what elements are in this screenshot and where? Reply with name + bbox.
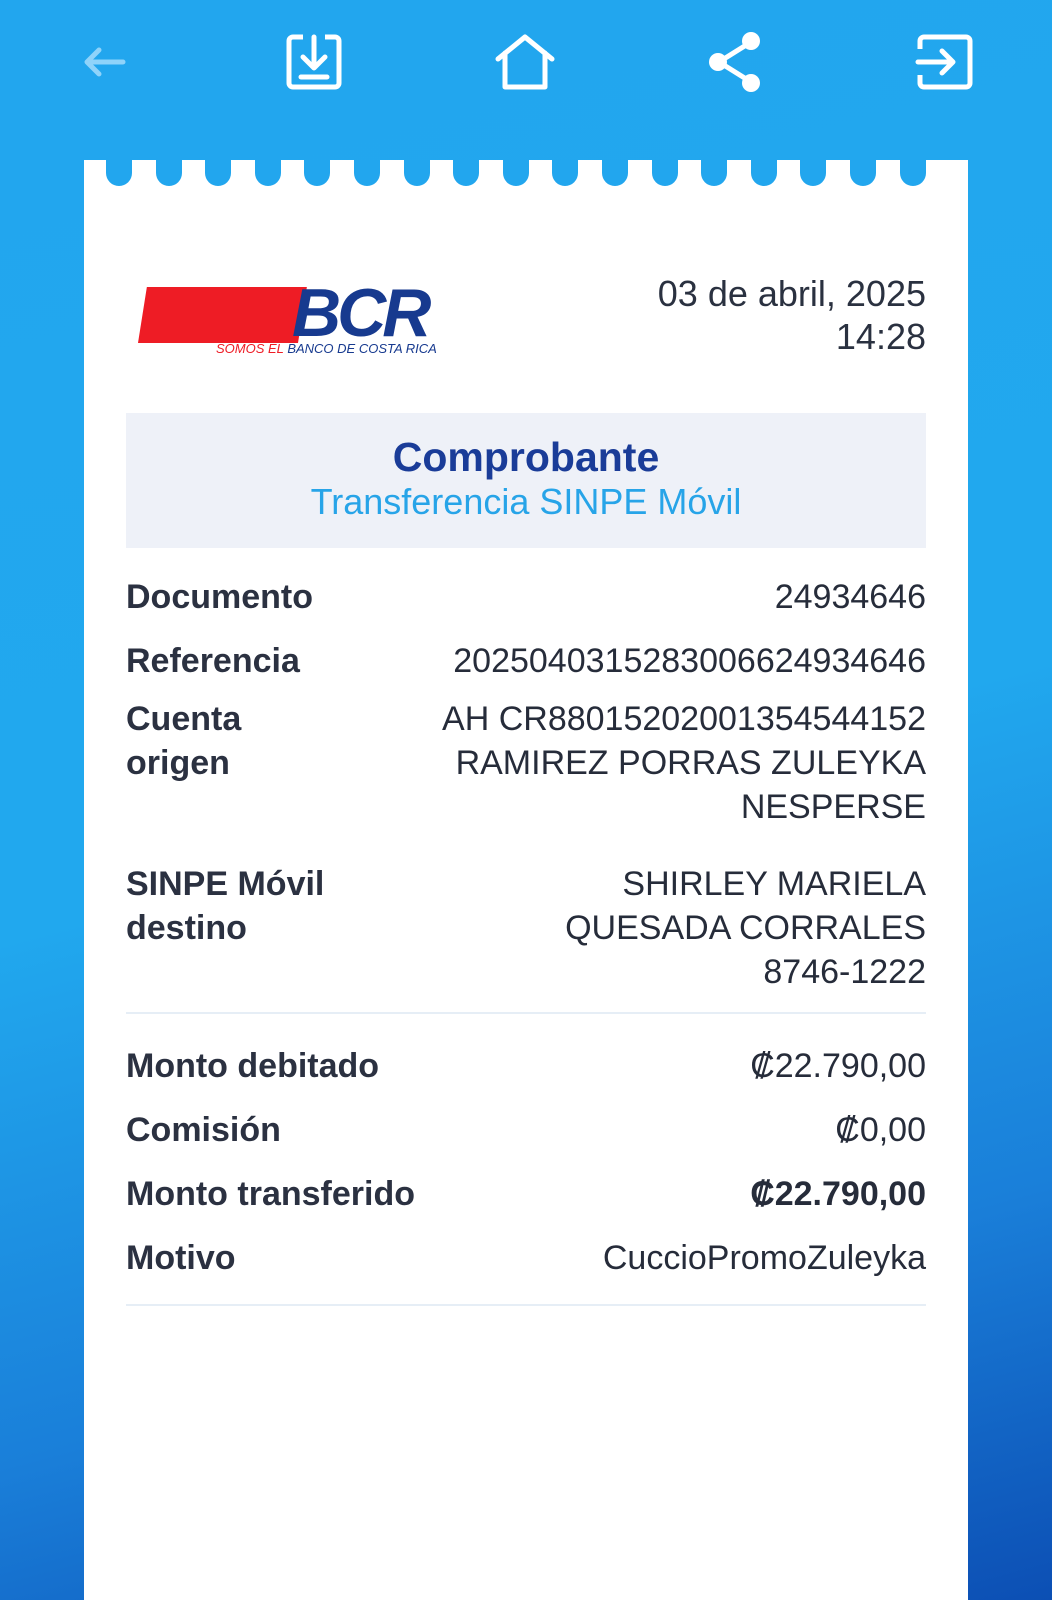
bcr-logo: BCR SOMOS EL BANCO DE COSTA RICA <box>136 275 446 360</box>
back-arrow-icon <box>79 42 129 82</box>
sinpe-destino-label-line2: destino <box>126 909 247 947</box>
transaction-time: 14:28 <box>835 316 926 357</box>
receipt-scallop <box>602 160 628 186</box>
logout-button[interactable] <box>905 22 985 102</box>
receipt-scallop <box>453 160 480 186</box>
comision-value: ₡0,00 <box>835 1111 926 1149</box>
sinpe-destino-label: SINPE Móvil destino <box>126 862 324 950</box>
download-icon <box>283 31 345 93</box>
logo-red-bar <box>138 287 307 343</box>
receipt-scallop <box>155 160 182 186</box>
receipt-scallop <box>403 160 430 186</box>
documento-value: 24934646 <box>774 578 926 616</box>
divider <box>126 1012 926 1014</box>
cuenta-origen-label-line2: origen <box>126 744 230 782</box>
receipt-scallop <box>354 160 380 186</box>
logo-wordmark: BCR <box>292 275 431 351</box>
cuenta-origen-account: AH CR88015202001354544152 <box>442 700 926 738</box>
receipt-scallop <box>800 160 827 186</box>
documento-label: Documento <box>126 578 313 616</box>
sinpe-destino-value: SHIRLEY MARIELA QUESADA CORRALES 8746-12… <box>565 862 926 994</box>
back-button[interactable] <box>64 22 144 102</box>
logout-icon <box>914 31 976 93</box>
receipt-scallop <box>701 160 728 186</box>
referencia-label: Referencia <box>126 642 300 680</box>
receipt-card: BCR SOMOS EL BANCO DE COSTA RICA 03 de a… <box>84 160 968 1600</box>
receipt-scallop <box>502 160 529 186</box>
receipt-scallop <box>651 160 678 186</box>
row-cuenta-origen: Cuenta origen AH CR88015202001354544152 … <box>126 697 926 829</box>
row-sinpe-destino: SINPE Móvil destino SHIRLEY MARIELA QUES… <box>126 862 926 994</box>
cuenta-origen-label: Cuenta origen <box>126 697 241 785</box>
receipt-scallop <box>304 160 331 186</box>
receipt-scallop <box>750 160 777 186</box>
monto-transferido-value: ₡22.790,00 <box>750 1175 926 1213</box>
divider <box>126 1304 926 1306</box>
sinpe-destino-name-line1: SHIRLEY MARIELA <box>622 865 926 903</box>
monto-debitado-label: Monto debitado <box>126 1047 380 1085</box>
receipt-scallop <box>899 160 926 186</box>
title-box: Comprobante Transferencia SINPE Móvil <box>126 413 926 548</box>
home-button[interactable] <box>485 22 565 102</box>
monto-debitado-value: ₡22.790,00 <box>750 1047 926 1085</box>
comision-label: Comisión <box>126 1111 281 1149</box>
share-icon <box>707 30 763 94</box>
receipt-scallop <box>254 160 281 186</box>
receipt-scallop <box>552 160 579 186</box>
motivo-label: Motivo <box>126 1239 236 1277</box>
logo-tagline: SOMOS EL BANCO DE COSTA RICA <box>216 341 437 357</box>
cuenta-origen-label-line1: Cuenta <box>126 700 242 738</box>
monto-transferido-label: Monto transferido <box>126 1175 415 1213</box>
transaction-datetime: 03 de abril, 2025 14:28 <box>658 272 926 358</box>
cuenta-origen-value: AH CR88015202001354544152 RAMIREZ PORRAS… <box>442 697 926 829</box>
top-toolbar <box>0 0 1052 125</box>
cuenta-origen-name-line2: NESPERSE <box>740 788 926 826</box>
sinpe-destino-name-line2: QUESADA CORRALES <box>565 909 926 947</box>
logo-tagline-part1: SOMOS EL <box>216 341 284 356</box>
share-button[interactable] <box>695 22 775 102</box>
page-title: Comprobante <box>392 434 660 480</box>
receipt-scallop <box>106 160 132 186</box>
transaction-date: 03 de abril, 2025 <box>657 273 926 314</box>
page-subtitle: Transferencia SINPE Móvil <box>310 481 742 522</box>
sinpe-destino-label-line1: SINPE Móvil <box>126 865 325 903</box>
sinpe-destino-phone: 8746-1222 <box>763 953 926 991</box>
receipt-scallop <box>205 160 232 186</box>
cuenta-origen-name: RAMIREZ PORRAS ZULEYKA <box>455 744 926 782</box>
home-icon <box>492 31 558 93</box>
receipt-scallop <box>850 160 876 186</box>
download-button[interactable] <box>274 22 354 102</box>
motivo-value: CuccioPromoZuleyka <box>602 1239 926 1277</box>
receipt-torn-edge <box>84 160 968 186</box>
logo-tagline-part2: BANCO DE COSTA RICA <box>287 341 437 356</box>
referencia-value: 2025040315283006624934646 <box>453 642 926 680</box>
